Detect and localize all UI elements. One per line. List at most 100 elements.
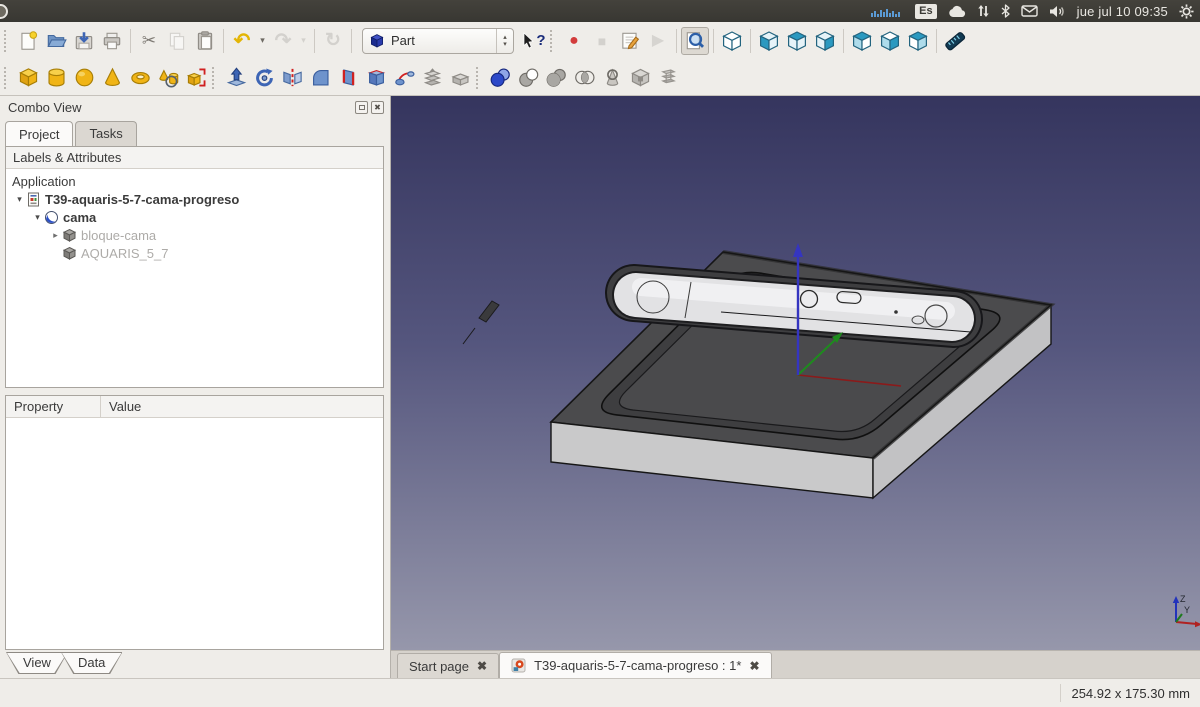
expander-open-icon[interactable]: ▾ <box>14 194 25 205</box>
part-ruledsurface-button[interactable] <box>334 64 362 92</box>
part-cut-button[interactable] <box>514 64 542 92</box>
part-sweep-button[interactable] <box>390 64 418 92</box>
bluetooth-icon[interactable] <box>1001 4 1010 18</box>
part-crosssections-button[interactable] <box>418 64 446 92</box>
toolbar-grip[interactable] <box>212 67 218 89</box>
tree-item-bloque-cama[interactable]: ▸ bloque-cama <box>6 226 383 244</box>
tab-data[interactable]: Data <box>61 652 122 674</box>
part-intersection-button[interactable] <box>570 64 598 92</box>
separator <box>676 29 677 53</box>
open-button[interactable] <box>42 27 70 55</box>
session-gear-icon[interactable] <box>1179 4 1194 19</box>
close-tab-icon[interactable]: ✖ <box>749 659 759 673</box>
part-mirror-button[interactable] <box>278 64 306 92</box>
tab-project[interactable]: Project <box>5 121 73 147</box>
part-primitives-button[interactable] <box>154 64 182 92</box>
part-boolean-button[interactable] <box>486 64 514 92</box>
undo-icon: ↶ <box>234 31 251 51</box>
part-shapebuilder-button[interactable] <box>182 64 210 92</box>
view-front-button[interactable] <box>755 27 783 55</box>
macro-edit-button[interactable] <box>616 27 644 55</box>
paste-button[interactable] <box>191 27 219 55</box>
freecad-document-icon <box>511 658 526 673</box>
part-cylinder-button[interactable] <box>42 64 70 92</box>
part-extrude-button[interactable] <box>222 64 250 92</box>
part-torus-button[interactable] <box>126 64 154 92</box>
view-left-button[interactable] <box>904 27 932 55</box>
toolbar-grip[interactable] <box>4 30 10 52</box>
save-button[interactable] <box>70 27 98 55</box>
part-defeaturing-button[interactable] <box>626 64 654 92</box>
close-panel-button[interactable]: ✖ <box>371 101 384 114</box>
fit-all-button[interactable] <box>681 27 709 55</box>
print-button[interactable] <box>98 27 126 55</box>
view-top-button[interactable] <box>783 27 811 55</box>
refresh-button[interactable]: ↻ <box>319 27 347 55</box>
view-front-icon <box>757 29 781 53</box>
system-monitor-icon[interactable] <box>870 4 904 18</box>
close-tab-icon[interactable]: ✖ <box>477 659 487 673</box>
3d-viewport[interactable]: Z Y X <box>391 96 1200 650</box>
app-launcher-icon[interactable] <box>0 4 8 19</box>
freecad-window: Es jue jul 10 09:35 <box>0 0 1200 707</box>
cut-button[interactable]: ✂ <box>135 27 163 55</box>
toolbar-grip[interactable] <box>550 30 556 52</box>
toolbar-grip[interactable] <box>476 67 482 89</box>
undo-button[interactable]: ↶ <box>228 27 256 55</box>
part-compound-button[interactable] <box>654 64 682 92</box>
part-revolve-button[interactable] <box>250 64 278 92</box>
view-right-button[interactable] <box>811 27 839 55</box>
spinner-arrows-icon[interactable]: ▴▾ <box>496 29 513 53</box>
view-rear-button[interactable] <box>848 27 876 55</box>
solid-icon <box>62 246 77 261</box>
part-thickness-button[interactable] <box>446 64 474 92</box>
whats-this-button[interactable]: ? <box>520 27 548 55</box>
workbench-selector[interactable]: Part ▴▾ <box>362 28 514 54</box>
tree-item-aquaris[interactable]: AQUARIS_5_7 <box>6 244 383 262</box>
tab-document[interactable]: T39-aquaris-5-7-cama-progreso : 1* ✖ <box>499 652 771 678</box>
volume-icon[interactable] <box>1049 5 1066 18</box>
part-box-button[interactable] <box>14 64 42 92</box>
cloud-icon[interactable] <box>948 5 966 18</box>
tab-tasks[interactable]: Tasks <box>75 121 136 146</box>
mail-icon[interactable] <box>1021 5 1038 17</box>
macro-stop-button[interactable]: ■ <box>588 27 616 55</box>
tab-start-page[interactable]: Start page ✖ <box>397 653 499 678</box>
tree-item-document[interactable]: ▾ T39-aquaris-5-7-cama-progreso <box>6 190 383 208</box>
fillet-icon <box>309 66 332 89</box>
part-sphere-button[interactable] <box>70 64 98 92</box>
sync-arrows-icon[interactable] <box>977 4 990 18</box>
undo-dropdown[interactable]: ▾ <box>256 27 269 55</box>
toolbar-grip[interactable] <box>4 67 10 89</box>
value-column-header[interactable]: Value <box>101 399 141 414</box>
fit-all-icon <box>684 30 706 52</box>
view-axonometric-button[interactable] <box>718 27 746 55</box>
redo-button[interactable]: ↷ <box>269 27 297 55</box>
tree-item-cama[interactable]: ▾ cama <box>6 208 383 226</box>
part-cone-button[interactable] <box>98 64 126 92</box>
tree-item-application[interactable]: Application <box>6 172 383 190</box>
new-file-button[interactable] <box>14 27 42 55</box>
separator <box>314 29 315 53</box>
refresh-icon: ↻ <box>325 31 341 50</box>
part-union-button[interactable] <box>542 64 570 92</box>
expander-closed-icon[interactable]: ▸ <box>50 230 61 241</box>
expander-open-icon[interactable]: ▾ <box>32 212 43 223</box>
part-loft-button[interactable] <box>362 64 390 92</box>
keyboard-layout-indicator[interactable]: Es <box>915 4 936 19</box>
paste-icon <box>194 30 216 52</box>
part-checkgeometry-button[interactable] <box>598 64 626 92</box>
view-bottom-button[interactable] <box>876 27 904 55</box>
redo-dropdown[interactable]: ▾ <box>297 27 310 55</box>
copy-button[interactable] <box>163 27 191 55</box>
tab-view[interactable]: View <box>6 652 68 674</box>
float-panel-button[interactable] <box>355 101 368 114</box>
clock[interactable]: jue jul 10 09:35 <box>1077 4 1168 19</box>
macro-play-button[interactable]: ▶ <box>644 27 672 55</box>
view-axonometric-icon <box>720 29 744 53</box>
part-fillet-button[interactable] <box>306 64 334 92</box>
play-icon: ▶ <box>652 33 664 49</box>
property-column-header[interactable]: Property <box>6 396 101 417</box>
macro-record-button[interactable]: ● <box>560 27 588 55</box>
measure-button[interactable] <box>941 27 969 55</box>
